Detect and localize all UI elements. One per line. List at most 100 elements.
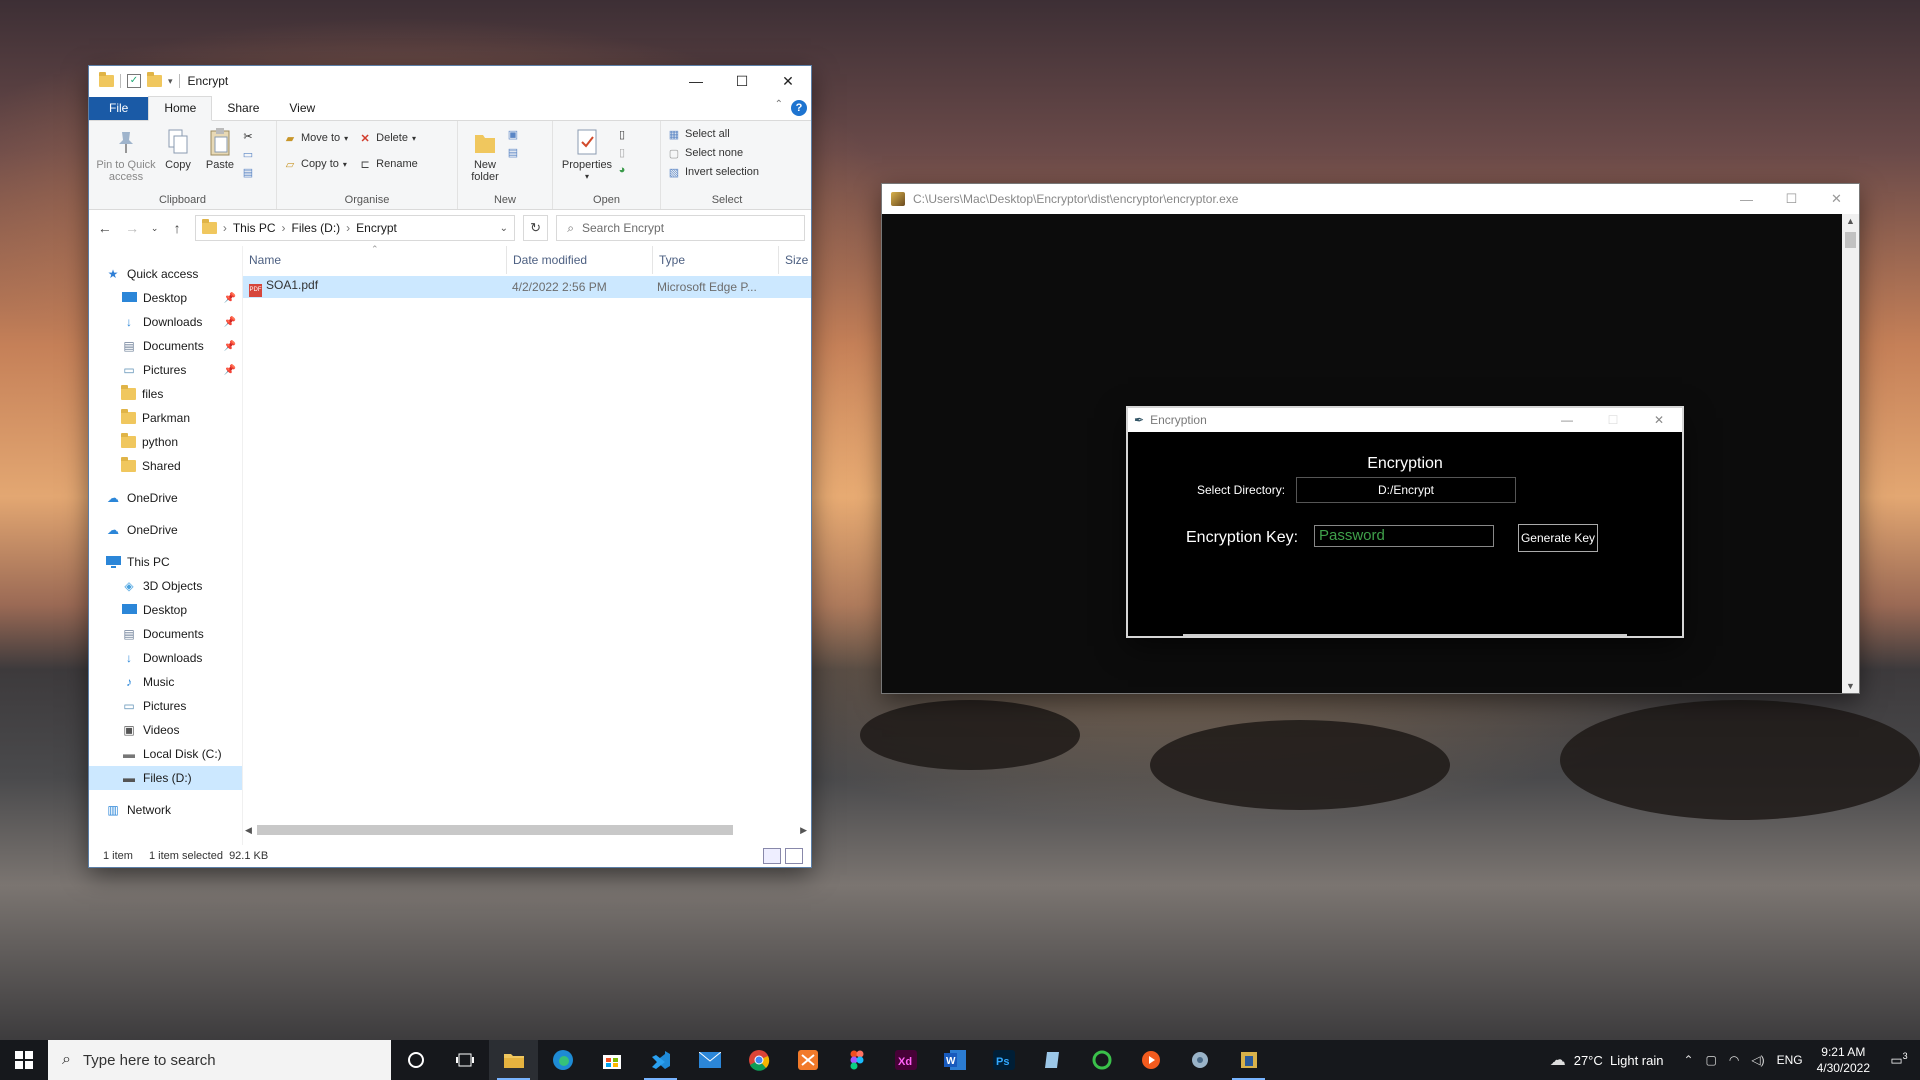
- paste-shortcut-icon[interactable]: ▤: [241, 165, 255, 179]
- tab-file[interactable]: File: [89, 97, 149, 120]
- nav-onedrive[interactable]: ☁ OneDrive: [89, 486, 242, 510]
- nav-pc-pictures[interactable]: ▭ Pictures: [89, 694, 242, 718]
- notepad-icon[interactable]: [1028, 1040, 1077, 1080]
- properties-quick-icon[interactable]: ✓: [127, 74, 141, 88]
- chevron-down-icon[interactable]: ⌄: [500, 223, 508, 234]
- maximize-button[interactable]: ☐: [1769, 184, 1814, 214]
- select-none-button[interactable]: ▢ Select none: [667, 146, 759, 160]
- weather-widget[interactable]: ☁ 27°C Light rain: [1550, 1050, 1664, 1070]
- nav-desktop[interactable]: Desktop 📌: [89, 286, 242, 310]
- new-folder-quick-icon[interactable]: [147, 72, 162, 87]
- task-view-icon[interactable]: [440, 1040, 489, 1080]
- adobe-xd-icon[interactable]: Xd: [881, 1040, 930, 1080]
- close-button[interactable]: ✕: [1814, 184, 1859, 214]
- chevron-up-icon[interactable]: ⌃: [1683, 1053, 1693, 1067]
- nav-music[interactable]: ♪ Music: [89, 670, 242, 694]
- edit-icon[interactable]: ▯: [615, 145, 629, 159]
- nav-documents[interactable]: ▤ Documents 📌: [89, 334, 242, 358]
- generate-key-button[interactable]: Generate Key: [1518, 524, 1598, 552]
- tab-home[interactable]: Home: [148, 96, 213, 121]
- scrollbar-thumb[interactable]: [257, 825, 733, 835]
- select-all-button[interactable]: ▦ Select all: [667, 127, 759, 141]
- vertical-scrollbar[interactable]: ▲ ▼: [1842, 214, 1859, 693]
- new-item-icon[interactable]: ▣: [506, 127, 520, 141]
- encryption-key-input[interactable]: [1314, 525, 1494, 547]
- photoshop-icon[interactable]: Ps: [979, 1040, 1028, 1080]
- meet-now-icon[interactable]: ▢: [1706, 1053, 1717, 1067]
- nav-network[interactable]: ▥ Network: [89, 798, 242, 822]
- wifi-icon[interactable]: ◠: [1729, 1053, 1739, 1067]
- open-icon[interactable]: ▯: [615, 127, 629, 141]
- easy-access-icon[interactable]: ▤: [506, 145, 520, 159]
- table-row[interactable]: PDF SOA1.pdf 4/2/2022 2:56 PM Microsoft E…: [243, 276, 811, 298]
- pin-icon[interactable]: 📌: [224, 293, 236, 304]
- address-bar[interactable]: › This PC › Files (D:) › Encrypt ⌄: [194, 215, 515, 241]
- nav-downloads[interactable]: ↓ Downloads 📌: [89, 310, 242, 334]
- start-button[interactable]: [0, 1040, 48, 1080]
- nav-shared[interactable]: Shared: [89, 454, 242, 478]
- chrome-icon[interactable]: [734, 1040, 783, 1080]
- breadcrumb-encrypt[interactable]: Encrypt: [356, 221, 397, 235]
- vscode-icon[interactable]: [636, 1040, 685, 1080]
- select-directory-button[interactable]: D:/Encrypt: [1296, 477, 1516, 503]
- file-explorer-taskbar-icon[interactable]: [489, 1040, 538, 1080]
- nav-local-disk-c[interactable]: ▬ Local Disk (C:): [89, 742, 242, 766]
- help-icon[interactable]: ?: [791, 100, 807, 116]
- close-button[interactable]: ✕: [1636, 408, 1682, 432]
- refresh-button[interactable]: ↻: [523, 215, 549, 241]
- word-icon[interactable]: W: [930, 1040, 979, 1080]
- nav-pc-documents[interactable]: ▤ Documents: [89, 622, 242, 646]
- encryptor-app-icon[interactable]: [1224, 1040, 1273, 1080]
- mail-icon[interactable]: [685, 1040, 734, 1080]
- nav-3d-objects[interactable]: ◈ 3D Objects: [89, 574, 242, 598]
- scroll-right-icon[interactable]: ▶: [800, 825, 807, 836]
- nav-pc-desktop[interactable]: Desktop: [89, 598, 242, 622]
- game-app-icon[interactable]: [783, 1040, 832, 1080]
- nav-parkman[interactable]: Parkman: [89, 406, 242, 430]
- pin-icon[interactable]: 📌: [224, 365, 236, 376]
- nav-pictures[interactable]: ▭ Pictures 📌: [89, 358, 242, 382]
- nav-python[interactable]: python: [89, 430, 242, 454]
- close-button[interactable]: ✕: [765, 66, 811, 96]
- taskbar-search[interactable]: ⌕ Type here to search: [48, 1040, 391, 1080]
- up-button[interactable]: ↑: [167, 220, 186, 236]
- move-to-button[interactable]: ▰ Move to ▾: [283, 131, 348, 145]
- pin-icon[interactable]: 📌: [224, 341, 236, 352]
- delete-button[interactable]: ✕ Delete ▾: [358, 131, 418, 145]
- back-button[interactable]: ←: [95, 220, 114, 236]
- media-player-icon[interactable]: [1126, 1040, 1175, 1080]
- tab-view[interactable]: View: [274, 97, 330, 120]
- scroll-down-icon[interactable]: ▼: [1842, 681, 1859, 691]
- nav-quick-access[interactable]: ★ Quick access: [89, 262, 242, 286]
- nav-pc-downloads[interactable]: ↓ Downloads: [89, 646, 242, 670]
- minimize-button[interactable]: —: [673, 66, 719, 96]
- figma-icon[interactable]: [832, 1040, 881, 1080]
- maximize-button[interactable]: ☐: [719, 66, 765, 96]
- language-indicator[interactable]: ENG: [1777, 1053, 1803, 1067]
- tab-share[interactable]: Share: [212, 97, 274, 120]
- rename-button[interactable]: ⊏ Rename: [358, 157, 418, 171]
- recent-locations-icon[interactable]: ⌄: [150, 223, 160, 234]
- settings-app-icon[interactable]: [1175, 1040, 1224, 1080]
- column-size[interactable]: Size: [779, 246, 811, 274]
- minimize-button[interactable]: —: [1724, 184, 1769, 214]
- pin-icon[interactable]: 📌: [224, 317, 236, 328]
- explorer-title-bar[interactable]: ✓ ▾ Encrypt — ☐ ✕: [89, 66, 811, 96]
- nav-videos[interactable]: ▣ Videos: [89, 718, 242, 742]
- large-icons-view-icon[interactable]: [785, 848, 803, 864]
- dialog-title-bar[interactable]: ✒ Encryption — ☐ ✕: [1128, 408, 1682, 432]
- store-icon[interactable]: [587, 1040, 636, 1080]
- cut-icon[interactable]: ✂: [241, 129, 255, 143]
- forward-button[interactable]: →: [122, 220, 141, 236]
- nav-files-d[interactable]: ▬ Files (D:): [89, 766, 242, 790]
- volume-icon[interactable]: ◁): [1751, 1053, 1764, 1067]
- column-date-modified[interactable]: Date modified: [507, 246, 653, 274]
- breadcrumb-this-pc[interactable]: This PC: [233, 221, 276, 235]
- horizontal-scrollbar[interactable]: ◀ ▶: [243, 823, 811, 837]
- nav-onedrive-2[interactable]: ☁ OneDrive: [89, 518, 242, 542]
- nav-this-pc[interactable]: This PC: [89, 550, 242, 574]
- invert-selection-button[interactable]: ▧ Invert selection: [667, 165, 759, 179]
- console-title-bar[interactable]: C:\Users\Mac\Desktop\Encryptor\dist\encr…: [882, 184, 1859, 214]
- notifications-button[interactable]: ▭3: [1884, 1051, 1914, 1068]
- search-input[interactable]: ⌕ Search Encrypt: [556, 215, 805, 241]
